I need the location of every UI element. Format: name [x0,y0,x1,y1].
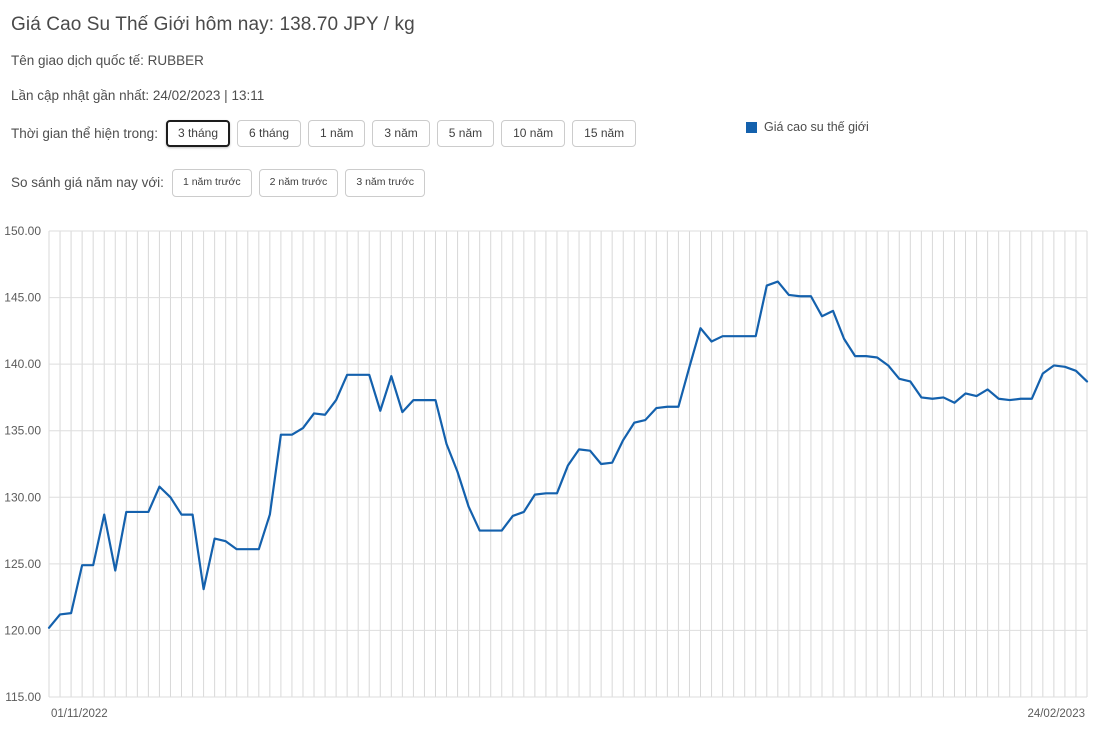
y-tick-label: 135.00 [4,424,41,438]
y-tick-label: 130.00 [4,490,41,504]
compare-button-0[interactable]: 1 năm trước [171,169,252,197]
x-tick-label-start: 01/11/2022 [51,708,108,720]
compare-control-row: So sánh giá năm nay với: 1 năm trước 2 nă… [0,169,1111,197]
compare-button-1[interactable]: 2 năm trước [258,169,339,197]
y-axis-tick-labels: 115.00 120.00 125.00 130.00 135.00 140.00 145.… [4,224,41,704]
y-tick-label: 140.00 [4,357,41,371]
y-tick-label: 145.00 [4,291,41,305]
chart-canvas[interactable]: 115.00 120.00 125.00 130.00 135.00 140.00 145.… [0,218,1111,737]
range-button-2[interactable]: 1 năm [308,120,366,148]
legend-item-label: Giá cao su thế giới [764,120,869,134]
range-button-4[interactable]: 5 năm [436,120,495,148]
y-tick-label: 150.00 [4,224,41,238]
compare-button-group: 1 năm trước 2 năm trước 3 năm trước [171,169,432,197]
time-range-button-group: 3 tháng 6 tháng 1 năm 3 năm 5 năm 10 năm 15 nă… [165,120,643,148]
chart-legend: Giá cao su thế giới [746,120,869,134]
y-tick-label: 120.00 [4,623,41,637]
range-button-6[interactable]: 15 năm [572,120,637,148]
time-range-control-row: Thời gian thể hiện trong: 3 tháng 6 tháng… [0,120,1111,148]
y-tick-label: 115.00 [5,690,41,704]
range-button-0[interactable]: 3 tháng [165,120,230,148]
compare-button-2[interactable]: 3 năm trước [345,169,425,197]
x-axis-tick-labels: 01/11/2022 24/02/2023 [51,708,1085,720]
range-button-3[interactable]: 3 năm [372,120,430,148]
legend-swatch-icon [746,121,757,133]
last-updated-line: Lần cập nhật gần nhất: 24/02/2023 | 13:1… [11,88,265,103]
range-button-1[interactable]: 6 tháng [237,120,302,148]
range-button-5[interactable]: 10 năm [501,120,566,148]
price-chart[interactable]: 115.00 120.00 125.00 130.00 135.00 140.00 145.… [0,218,1111,737]
compare-label: So sánh giá năm nay với: [11,175,164,191]
y-tick-label: 125.00 [4,557,41,571]
x-tick-label-end: 24/02/2023 [1027,708,1085,720]
page-title: Giá Cao Su Thế Giới hôm nay: 138.70 JPY … [11,14,415,35]
time-range-label: Thời gian thể hiện trong: [11,126,158,142]
symbol-line: Tên giao dịch quốc tế: RUBBER [11,53,204,68]
